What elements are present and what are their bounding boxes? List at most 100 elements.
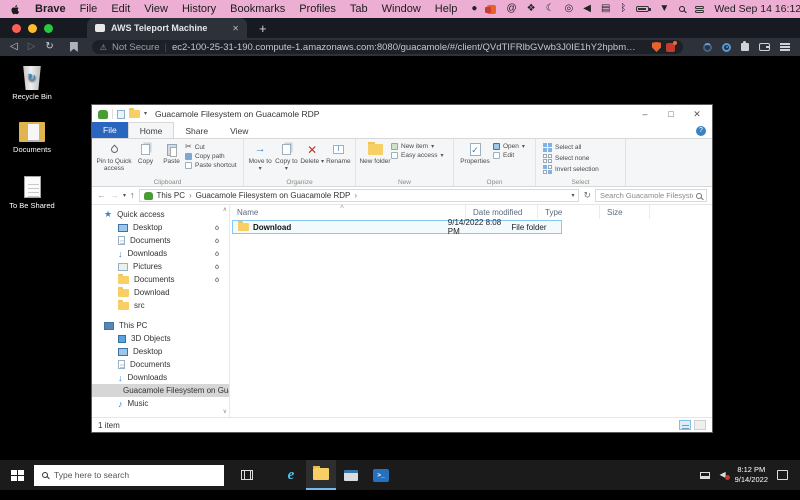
sidebar-item-pc-desktop[interactable]: Desktop xyxy=(92,345,229,358)
location-icon[interactable]: ◎ xyxy=(565,4,574,14)
menu-profiles[interactable]: Profiles xyxy=(299,3,336,15)
apple-icon[interactable] xyxy=(10,4,21,15)
taskbar-internet-explorer[interactable]: e xyxy=(276,460,306,490)
close-window-button[interactable] xyxy=(12,24,21,33)
zoom-window-button[interactable] xyxy=(44,24,53,33)
sidebar-item-documents-folder[interactable]: Documents xyxy=(92,273,229,286)
explorer-search-input[interactable] xyxy=(600,191,693,200)
screen-share-icon[interactable] xyxy=(487,5,496,14)
desktop-icon-recycle-bin[interactable]: ↻ Recycle Bin xyxy=(0,66,64,101)
screen-record-icon[interactable]: ● xyxy=(471,4,477,14)
sidebar-item-download-folder[interactable]: Download xyxy=(92,286,229,299)
details-view-icon[interactable] xyxy=(679,420,691,430)
start-button[interactable] xyxy=(0,460,34,490)
nav-back-icon[interactable]: ← xyxy=(97,191,106,200)
forward-icon[interactable]: ▷ xyxy=(28,42,36,52)
taskbar-clock[interactable]: 8:12 PM 9/14/2022 xyxy=(735,465,768,485)
address-bar[interactable]: ⚠ Not Secure | ec2-100-25-31-190.compute… xyxy=(92,40,683,54)
menu-view[interactable]: View xyxy=(144,3,168,15)
minimize-window-button[interactable] xyxy=(28,24,37,33)
desktop-icon-to-be-shared[interactable]: To Be Shared xyxy=(0,176,64,210)
tab-view[interactable]: View xyxy=(219,124,259,138)
chevron-down-icon[interactable]: ▾ xyxy=(144,111,147,117)
easy-access-button[interactable]: Easy access ▾ xyxy=(391,152,444,159)
pin-to-quick-access-button[interactable]: Pin to Quick access xyxy=(95,142,133,176)
bookmark-icon[interactable] xyxy=(70,42,78,52)
at-icon[interactable]: @ xyxy=(506,4,516,14)
desktop-icon-documents[interactable]: Documents xyxy=(0,122,64,154)
wallet-icon[interactable] xyxy=(759,43,770,51)
volume-icon[interactable]: ◀ xyxy=(583,4,591,14)
nav-up-icon[interactable]: ↑ xyxy=(130,191,135,200)
menu-bookmarks[interactable]: Bookmarks xyxy=(230,3,285,15)
close-button[interactable]: ✕ xyxy=(684,109,710,120)
breadcrumb[interactable]: This PC › Guacamole Filesystem on Guacam… xyxy=(139,189,580,202)
cut-button[interactable]: ✂ Cut xyxy=(185,143,237,151)
wifi-icon[interactable]: ▼ xyxy=(659,4,669,14)
url-text[interactable]: ec2-100-25-31-190.compute-1.amazonaws.co… xyxy=(172,42,647,53)
brave-shield-icon[interactable] xyxy=(652,42,661,52)
sidebar-item-downloads[interactable]: ↓ Downloads xyxy=(92,247,229,260)
breadcrumb-current[interactable]: Guacamole Filesystem on Guacamole RDP xyxy=(196,191,351,200)
sidebar-item-music[interactable]: ♪ Music xyxy=(92,397,229,410)
menu-edit[interactable]: Edit xyxy=(111,3,130,15)
rename-button[interactable]: I Rename xyxy=(325,142,352,176)
sidebar-item-pc-downloads[interactable]: ↓ Downloads xyxy=(92,371,229,384)
battery-icon[interactable] xyxy=(636,6,649,12)
sidebar-item-pictures[interactable]: Pictures xyxy=(92,260,229,273)
scroll-up-icon[interactable]: ∧ xyxy=(223,207,227,213)
new-item-button[interactable]: New item ▾ xyxy=(391,143,444,150)
menu-history[interactable]: History xyxy=(182,3,216,15)
address-dropdown-icon[interactable]: ▾ xyxy=(571,193,574,199)
thumbnails-view-icon[interactable] xyxy=(694,420,706,430)
refresh-icon[interactable]: ↻ xyxy=(583,191,591,200)
invert-selection-button[interactable]: Invert selection xyxy=(543,165,599,174)
taskbar-server-manager[interactable] xyxy=(336,460,366,490)
taskbar-search-box[interactable] xyxy=(34,465,224,486)
file-row-download[interactable]: Download 9/14/2022 8:08 PM File folder xyxy=(232,220,562,234)
new-tab-button[interactable]: + xyxy=(259,21,267,36)
tab-file[interactable]: File xyxy=(92,122,128,138)
open-button[interactable]: Open ▾ xyxy=(493,143,525,150)
properties-button[interactable]: ✓ Properties xyxy=(457,142,493,176)
menu-file[interactable]: File xyxy=(80,3,98,15)
sidebar-item-src[interactable]: src xyxy=(92,299,229,312)
column-date-modified[interactable]: Date modified xyxy=(466,205,538,219)
paste-shortcut-button[interactable]: Paste shortcut xyxy=(185,162,237,169)
column-size[interactable]: Size xyxy=(600,205,650,219)
sidebar-item-documents[interactable]: Documents xyxy=(92,234,229,247)
menu-tab[interactable]: Tab xyxy=(350,3,368,15)
sync-icon[interactable] xyxy=(703,43,712,52)
not-secure-label[interactable]: Not Secure xyxy=(112,42,160,53)
spotlight-search-icon[interactable] xyxy=(679,6,685,12)
sidebar-item-desktop[interactable]: Desktop xyxy=(92,221,229,234)
edit-button[interactable]: Edit xyxy=(493,152,525,159)
taskbar-search-input[interactable] xyxy=(54,470,216,480)
delete-button[interactable]: ✕ Delete ▾ xyxy=(300,142,325,176)
menu-icon[interactable] xyxy=(780,43,790,51)
muted-speaker-icon[interactable]: ◀ xyxy=(719,471,725,479)
sidebar-section-quick-access[interactable]: ★ Quick access xyxy=(92,208,229,221)
bluetooth-icon[interactable]: ᛒ xyxy=(620,4,626,14)
breadcrumb-this-pc[interactable]: This PC xyxy=(157,191,185,200)
copy-to-button[interactable]: Copy to ▾ xyxy=(273,142,299,176)
maximize-button[interactable]: □ xyxy=(658,109,684,120)
paste-button[interactable]: Paste xyxy=(158,142,185,176)
menubar-clock[interactable]: Wed Sep 14 16:12 xyxy=(714,3,800,15)
help-icon[interactable]: ? xyxy=(696,126,706,136)
move-to-button[interactable]: → Move to ▾ xyxy=(247,142,273,176)
tab-share[interactable]: Share xyxy=(174,124,219,138)
select-all-button[interactable]: Select all xyxy=(543,143,599,152)
new-folder-button[interactable]: New folder xyxy=(359,142,391,176)
menu-help[interactable]: Help xyxy=(435,3,458,15)
column-type[interactable]: Type xyxy=(538,205,600,219)
keyboard-icon[interactable]: ▤ xyxy=(601,4,610,14)
control-center-icon[interactable] xyxy=(695,6,704,13)
menu-brave[interactable]: Brave xyxy=(35,3,66,15)
copy-button[interactable]: Copy xyxy=(133,142,158,176)
explorer-search-box[interactable] xyxy=(595,189,707,202)
select-none-button[interactable]: Select none xyxy=(543,154,599,163)
reload-icon[interactable]: ↻ xyxy=(45,42,53,52)
taskbar-powershell[interactable]: >_ xyxy=(366,460,396,490)
tab-close-icon[interactable]: ✕ xyxy=(232,24,239,33)
